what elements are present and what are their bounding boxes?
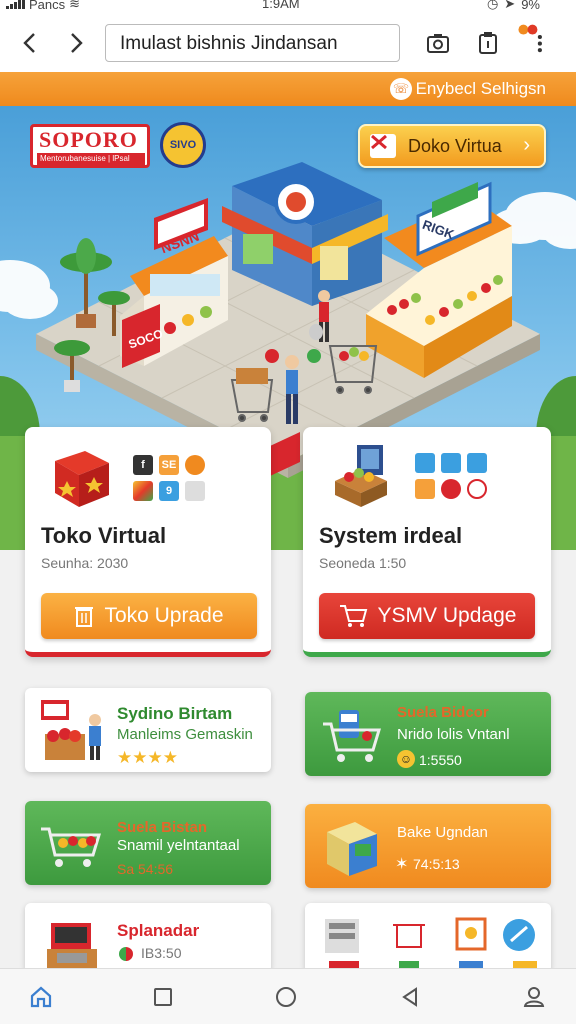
toko-virtual-card[interactable]: f SE 9 Toko Virtual Seunha: 2030 Toko Up… — [25, 427, 271, 657]
status-icons-grid — [415, 453, 487, 499]
recents-button[interactable] — [149, 983, 177, 1011]
forward-button[interactable] — [60, 26, 94, 60]
brand-logo-subtitle: Mentorubanesuise | lPsal — [37, 153, 145, 165]
home-circle-button[interactable] — [272, 983, 300, 1011]
cash-register-icon — [47, 923, 97, 973]
facebook-icon[interactable]: f — [133, 455, 153, 475]
clock: 1:9AM — [262, 0, 300, 11]
shopping-cart-icon — [339, 605, 367, 627]
battery-level: 9% — [521, 0, 540, 12]
diamond-icon[interactable] — [441, 453, 461, 473]
brackets-icon[interactable] — [415, 453, 435, 473]
square-icon — [154, 988, 172, 1006]
chevron-left-icon — [23, 33, 35, 53]
brand-logo-title: SOPORO — [39, 127, 138, 152]
app-icon-nine[interactable]: 9 — [159, 481, 179, 501]
small-card-splanadar[interactable]: Splanadar IB3:50 — [25, 903, 271, 973]
euro-icon[interactable] — [467, 479, 487, 499]
card-subtitle: Seunha: 2030 — [41, 555, 129, 571]
card-title: Toko Virtual — [41, 523, 167, 548]
small-card-text: Manleims Gemaskin — [117, 726, 253, 743]
small-card-suela-bistan[interactable]: Suela Bistan Snamil yelntantaal Sa 54:56 — [25, 801, 271, 885]
more-vert-icon — [518, 24, 542, 53]
cart-with-jar-icon — [323, 710, 382, 762]
photos-app-icon[interactable] — [133, 481, 153, 501]
card-subtitle: Seoneda 1:50 — [319, 555, 407, 571]
small-card-title: Splanadar — [117, 921, 200, 940]
status-dot-icon — [119, 947, 133, 961]
puzzle-app-icon[interactable] — [185, 481, 205, 501]
back-nav-button[interactable] — [396, 983, 424, 1011]
small-card-value: Sa 54:56 — [117, 861, 174, 877]
virtual-store-button-label: Doko Virtua — [408, 136, 502, 156]
small-card-tools[interactable] — [305, 903, 551, 973]
chevron-right-icon: › — [523, 134, 530, 156]
small-card-title: Suela Bidcor — [397, 704, 489, 721]
profile-button[interactable] — [520, 983, 548, 1011]
wifi-icon: ≋ — [69, 0, 81, 11]
store-worker-icon — [41, 700, 101, 760]
small-card-sydino[interactable]: Sydino Birtam Manleims Gemaskin ★★★★ — [25, 688, 271, 772]
menu-button[interactable] — [516, 22, 544, 53]
social-icons-grid: f SE 9 — [133, 455, 205, 501]
sparkle-icon: ✶ — [395, 856, 409, 873]
person-icon — [523, 987, 545, 1007]
small-card-value: 1:5550 — [419, 752, 462, 768]
small-card-title: Bake Ugndan — [397, 824, 488, 841]
back-button[interactable] — [12, 26, 46, 60]
circle-app-icon[interactable] — [185, 455, 205, 475]
small-card-value: 74:5:13 — [413, 856, 460, 872]
carrier-label: Pancs — [29, 0, 66, 12]
tabs-button[interactable] — [474, 28, 502, 58]
small-card-text: Snamil yelntantaal — [117, 837, 240, 854]
produce-cart-icon — [41, 827, 102, 867]
emoji-icon: ☺ — [397, 750, 415, 768]
ysmv-update-button[interactable]: YSMV Updage — [319, 593, 535, 639]
camera-icon — [427, 34, 449, 53]
toko-upgrade-button[interactable]: Toko Uprade — [41, 593, 257, 639]
camera-button[interactable] — [424, 28, 452, 58]
small-card-text: Nrido lolis Vntanl — [397, 726, 510, 743]
location-icon: ➤ — [504, 0, 516, 11]
gift-box-icon — [55, 451, 109, 507]
triangle-icon[interactable] — [467, 453, 487, 473]
circle-icon — [276, 987, 296, 1007]
system-ideal-card[interactable]: System irdeal Seoneda 1:50 YSMV Updage — [303, 427, 551, 657]
url-input[interactable]: Imulast bishnis Jindansan — [105, 24, 400, 62]
shelf-boxes-icon — [327, 822, 377, 876]
virtual-store-button[interactable]: Doko Virtua › — [358, 124, 546, 168]
ysmv-update-button-label: YSMV Updage — [377, 604, 517, 627]
status-bar: Pancs ≋ 1:9AM ◷ ➤ 9% — [0, 0, 576, 14]
warning-icon[interactable] — [415, 479, 435, 499]
card-title: System irdeal — [319, 523, 463, 548]
alarm-icon: ◷ — [486, 0, 499, 11]
brand-logo: SOPORO Mentorubanesuise | lPsal — [30, 124, 150, 168]
small-card-bake-ugndan[interactable]: Bake Ugndan ✶ 74:5:13 — [305, 804, 551, 888]
promo-banner[interactable]: ☏ Enybecl Selhigsn — [0, 72, 576, 106]
small-card-value: IB3:50 — [141, 945, 182, 961]
home-button[interactable] — [27, 983, 55, 1011]
signal-icon — [6, 0, 25, 9]
brand-seal-logo: SIVO — [160, 122, 206, 168]
back-triangle-icon — [402, 987, 417, 1007]
clipboard-icon — [479, 32, 497, 54]
star-rating: ★★★★ — [117, 748, 178, 767]
phone-icon: ☏ — [390, 78, 412, 100]
toko-upgrade-button-label: Toko Uprade — [104, 604, 224, 627]
browser-toolbar: Imulast bishnis Jindansan — [0, 14, 576, 72]
small-card-title: Sydino Birtam — [117, 704, 233, 723]
store-badge-icon — [370, 134, 396, 158]
promo-banner-label: Enybecl Selhigsn — [415, 79, 546, 98]
chevron-right-icon — [71, 33, 83, 53]
small-card-suela-bidcor[interactable]: Suela Bidcor Nrido lolis Vntanl 1:5550 ☺ — [305, 692, 551, 776]
app-icon-se[interactable]: SE — [159, 455, 179, 475]
trash-can-icon — [75, 607, 94, 627]
small-card-title: Suela Bistan — [117, 819, 208, 836]
home-icon — [30, 986, 52, 1008]
badge-o-icon[interactable] — [441, 479, 461, 499]
market-stall-icon — [335, 445, 387, 507]
bottom-navigation — [0, 968, 576, 1024]
tools-icon-row — [325, 917, 537, 969]
